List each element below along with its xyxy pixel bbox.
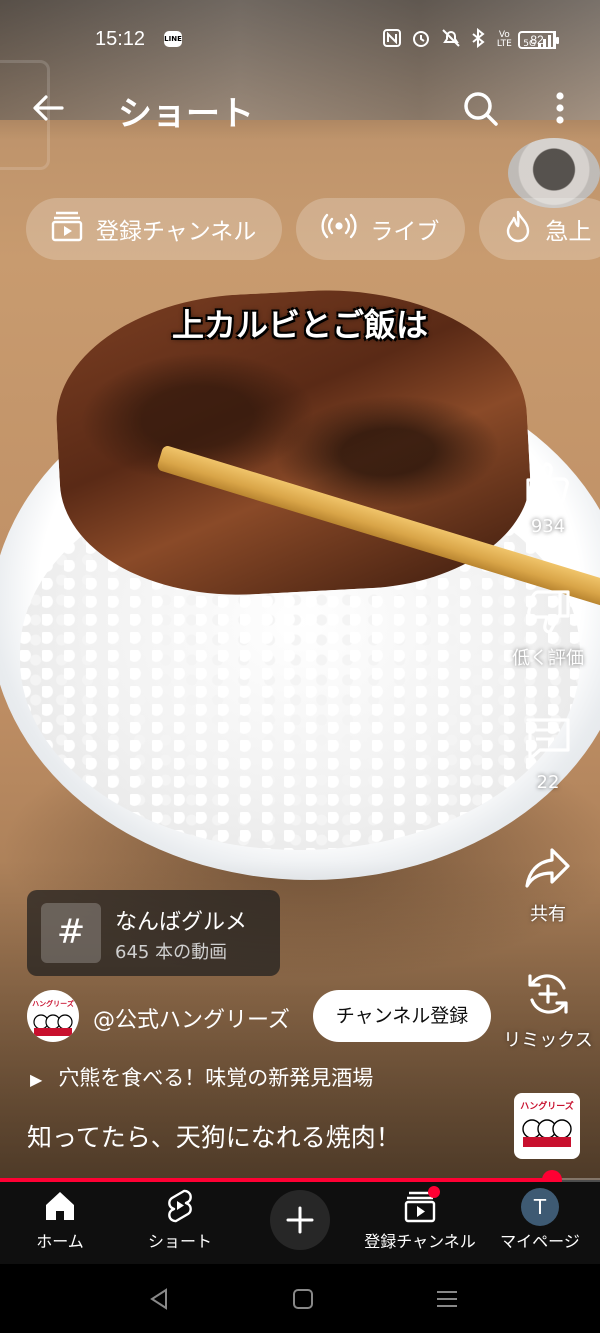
line-app-icon: LINE xyxy=(164,31,182,47)
system-recents-icon[interactable] xyxy=(434,1286,460,1312)
chip-subscriptions[interactable]: 登録チャンネル xyxy=(26,198,283,260)
create-button[interactable] xyxy=(270,1190,330,1250)
hashtag-video-count: 645 本の動画 xyxy=(115,942,228,963)
nav-mypage[interactable]: T マイページ xyxy=(480,1188,600,1252)
hashtag-title: なんばグルメ xyxy=(115,910,248,935)
thumbs-down-icon xyxy=(522,586,574,638)
chip-trending[interactable]: 急上 xyxy=(479,198,600,260)
bottom-navigation: ホーム ショート 登録チャンネル T マイページ xyxy=(0,1182,600,1264)
comment-count: 22 xyxy=(536,772,560,793)
system-navigation xyxy=(0,1264,600,1333)
subscriptions-icon xyxy=(402,1186,440,1224)
system-back-icon[interactable] xyxy=(146,1286,172,1312)
comments-button[interactable]: 22 xyxy=(496,714,600,793)
channel-row: ハングリーズ @公式ハングリーズ チャンネル登録 xyxy=(27,988,497,1044)
hashtag-symbol: # xyxy=(41,903,101,963)
back-arrow-icon[interactable] xyxy=(28,88,68,128)
comment-icon xyxy=(522,714,574,766)
svg-text:ハングリーズ: ハングリーズ xyxy=(520,1100,574,1112)
page-title: ショート xyxy=(118,94,254,134)
video-description[interactable]: 知ってたら、天狗になれる焼肉！ xyxy=(27,1118,401,1154)
like-button[interactable]: 934 xyxy=(496,458,600,537)
notification-dot xyxy=(428,1186,440,1198)
thumbs-up-icon xyxy=(522,458,574,510)
nav-shorts[interactable]: ショート xyxy=(120,1188,240,1252)
dislike-label: 低く評価 xyxy=(512,648,584,669)
home-icon xyxy=(42,1188,78,1224)
alarm-icon xyxy=(411,28,431,52)
share-button[interactable]: 共有 xyxy=(496,842,600,926)
chip-label: 急上 xyxy=(545,219,592,245)
subscribe-button[interactable]: チャンネル登録 xyxy=(313,990,491,1042)
battery-icon: 82 xyxy=(518,31,559,49)
chip-live[interactable]: ライブ xyxy=(296,198,466,260)
filter-chips: 登録チャンネル ライブ 急上 xyxy=(26,198,600,260)
search-icon[interactable] xyxy=(460,88,500,128)
system-home-icon[interactable] xyxy=(290,1286,316,1312)
live-icon xyxy=(320,211,358,247)
more-vert-icon[interactable] xyxy=(546,88,574,128)
shorts-icon xyxy=(162,1188,198,1224)
plus-icon xyxy=(286,1206,314,1234)
mute-icon xyxy=(441,28,461,52)
remix-button[interactable]: リミックス xyxy=(496,968,600,1052)
remix-label: リミックス xyxy=(503,1030,593,1051)
share-label: 共有 xyxy=(530,904,566,925)
nav-home[interactable]: ホーム xyxy=(0,1188,120,1252)
linked-video[interactable]: ▶ 穴熊を食べる！味覚の新発見酒場 xyxy=(30,1062,373,1092)
user-avatar: T xyxy=(521,1188,559,1226)
hashtag-card[interactable]: # なんばグルメ 645 本の動画 xyxy=(27,890,280,976)
trending-icon xyxy=(503,209,533,249)
channel-avatar[interactable]: ハングリーズ xyxy=(27,990,79,1042)
svg-text:ハングリーズ: ハングリーズ xyxy=(32,999,74,1008)
nav-subscriptions[interactable]: 登録チャンネル xyxy=(360,1186,480,1252)
chip-label: ライブ xyxy=(370,219,440,245)
subscriptions-icon xyxy=(50,209,84,249)
dislike-button[interactable]: 低く評価 xyxy=(496,586,600,670)
play-icon: ▶ xyxy=(30,1070,43,1089)
status-time: 15:12 xyxy=(95,28,146,50)
like-count: 934 xyxy=(530,516,566,537)
linked-video-title: 穴熊を食べる！味覚の新発見酒場 xyxy=(58,1066,374,1090)
status-bar: 15:12 LINE Vo LTE 5G 82 xyxy=(0,0,600,80)
top-bar: ショート xyxy=(0,80,600,136)
video-caption: 上カルビとご飯は xyxy=(171,306,428,344)
chip-label: 登録チャンネル xyxy=(96,219,257,245)
nav-home-label: ホーム xyxy=(36,1232,84,1251)
nav-mypage-label: マイページ xyxy=(500,1232,580,1251)
channel-handle[interactable]: @公式ハングリーズ xyxy=(93,1002,290,1034)
bluetooth-icon xyxy=(471,27,485,52)
volte-icon: Vo LTE xyxy=(496,30,512,49)
share-icon xyxy=(522,842,574,894)
nav-subscriptions-label: 登録チャンネル xyxy=(364,1232,476,1251)
nav-shorts-label: ショート xyxy=(147,1232,212,1251)
nfc-icon xyxy=(383,29,402,51)
sound-thumbnail[interactable]: ハングリーズ xyxy=(514,1093,580,1159)
remix-icon xyxy=(522,968,574,1020)
